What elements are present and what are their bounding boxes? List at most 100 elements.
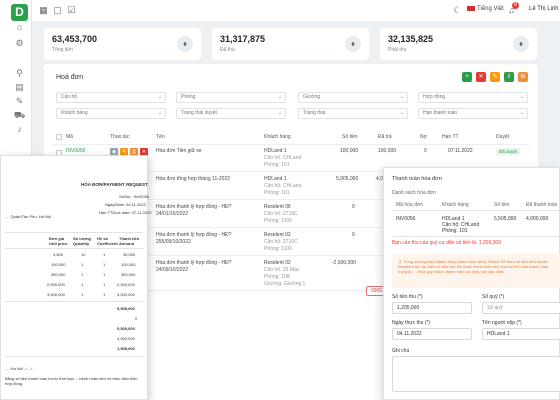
fund-select[interactable]: Số quỹ [482, 302, 560, 314]
column-header-code[interactable]: Mã [66, 134, 73, 140]
column-header-customer[interactable]: Khách hàng [264, 134, 291, 140]
column-header-debt[interactable]: Nợ [420, 134, 427, 140]
chevron-down-icon: ⌄ [277, 94, 282, 100]
column-header-approved[interactable]: Duyệt [496, 134, 509, 140]
stat-card-receivable: 32,135,825 Phải thu ⬧ [380, 28, 537, 60]
stat-label: Đã thu [220, 47, 235, 53]
stat-card-total: 63,453,700 Tổng tiền ⬧ [44, 28, 201, 60]
doc-cell: 1 [103, 252, 106, 257]
doc-col-unit-price: Đơn giá Unit price [49, 236, 68, 246]
column-header-amount[interactable]: Số tiền [342, 134, 358, 140]
filter-label: Khách hàng [61, 110, 88, 116]
filter-status[interactable]: Trạng thái ⌄ [298, 108, 408, 119]
column-header-due[interactable]: Hạn TT [442, 134, 459, 140]
stat-value: 31,317,875 [220, 34, 266, 44]
stat-value: 32,135,825 [388, 34, 434, 44]
doc-cell: 1 [103, 292, 106, 297]
app-logo[interactable]: D [11, 4, 28, 21]
doc-total: 5,505,000 [117, 326, 135, 331]
warning-box: ⓪ Trong trường hợp khách hàng thanh toán… [392, 254, 560, 288]
settings-button[interactable]: ⚙ [518, 72, 528, 82]
grid-icon[interactable]: ▦ [38, 5, 49, 16]
row-customer-room: Phòng: 101 [264, 162, 290, 168]
doc-cell: 350,000 [51, 272, 66, 277]
add-button[interactable]: + [462, 72, 472, 82]
tag-icon: ⬧ [177, 36, 193, 52]
sidebar-home-icon[interactable]: ⌂ [14, 22, 25, 33]
payer-input[interactable]: HDLand 1 [482, 328, 560, 340]
select-all-checkbox[interactable] [56, 134, 62, 140]
sidebar-truck-icon[interactable]: ⛟ [14, 110, 25, 121]
chat-icon[interactable]: ▢ [52, 5, 63, 16]
doc-cell: 2,000,000 [47, 282, 65, 287]
column-header-paid[interactable]: Đã trả [378, 134, 392, 140]
checkbox-icon[interactable]: ☑ [66, 5, 77, 16]
column-header-name[interactable]: Tên [156, 134, 165, 140]
doc-date: Ngày/Date: 04.11.2022 [105, 202, 146, 207]
stat-value: 63,453,700 [52, 34, 98, 44]
doc-paid: 4,000,000 [117, 336, 135, 341]
doc-col-coefficient: Hệ số Coefficient [97, 236, 118, 246]
modal-col-amount: Số tiền [494, 202, 510, 208]
payment-request-document: HÓA ĐƠN/PAYMENT REQUEST Số/No.: INV0056 … [0, 155, 152, 400]
doc-title: HÓA ĐƠN/PAYMENT REQUEST [81, 182, 148, 187]
filter-due-date[interactable]: Hạn thanh toán ⌄ [418, 108, 528, 119]
doc-col-quantity: Số lượng Quantity [73, 236, 91, 246]
sidebar-bell-icon[interactable]: ♪ [14, 124, 25, 135]
row-debt: 0 [424, 148, 427, 154]
doc-cell: 100,000 [121, 262, 136, 267]
chevron-down-icon: ⌄ [157, 94, 162, 100]
sidebar-link-icon[interactable]: ⚲ [14, 68, 25, 79]
doc-due-date: Hạn TT/Due date: 07.11.2022 [99, 210, 152, 215]
row-customer: Resident 06 [264, 204, 291, 210]
row-customer-room: Phòng: 1106 [264, 246, 292, 252]
modal-col-customer: Khách hàng [442, 202, 469, 208]
row-code[interactable]: INV0056 [66, 148, 85, 155]
divider [5, 248, 143, 249]
row-name: Hóa đơn thanh lý hợp đồng - HĐ? 24/01/10… [156, 204, 232, 217]
doc-cell: 1 [81, 262, 84, 267]
amount-input[interactable]: 1,205,000 [392, 302, 472, 314]
export-button[interactable]: ⇩ [504, 72, 514, 82]
filter-customer[interactable]: Khách hàng ⌄ [56, 108, 166, 119]
doc-cell: 100,000 [51, 262, 66, 267]
filter-apartment[interactable]: Căn hộ ⌄ [56, 92, 166, 103]
doc-number: Số/No.: INV0056 [119, 194, 150, 199]
doc-remaining: 1,505,000 [117, 346, 135, 351]
language-selector[interactable]: Tiếng Việt [467, 6, 504, 12]
sidebar-edit-icon[interactable]: ✎ [14, 96, 25, 107]
row-name: Hóa đơn Tiền giữ xe [156, 148, 202, 154]
modal-title: Thanh toán hóa đơn [392, 176, 442, 182]
moon-icon[interactable]: ☾ [452, 5, 463, 16]
chevron-down-icon: ⌄ [399, 110, 404, 116]
row-customer-apartment: Căn hộ: 2710C [264, 211, 298, 217]
user-name[interactable]: Lê Thị Linh [529, 6, 559, 12]
divider [392, 210, 559, 211]
delete-button[interactable]: ✕ [476, 72, 486, 82]
field-label-payer: Tên người nộp (*) [482, 320, 522, 326]
row-customer-room: Phòng: 108 [264, 274, 290, 280]
filter-approval-status[interactable]: Trạng thái duyệt ⌄ [176, 108, 286, 119]
sidebar-settings-icon[interactable]: ⚙ [14, 38, 25, 49]
chevron-down-icon: ⌄ [519, 94, 524, 100]
tag-icon: ⬧ [345, 36, 361, 52]
filter-room[interactable]: Phòng ⌄ [176, 92, 286, 103]
filter-bed[interactable]: Giường ⌄ [298, 92, 408, 103]
field-label-amount: Số tiền thu (*) [392, 294, 423, 300]
sidebar-doc-icon[interactable]: ▤ [14, 82, 25, 93]
amount-due-text: Bạn cần thu của quý cư dân số tiền là: 1… [392, 240, 501, 246]
filter-label: Giường [303, 94, 321, 100]
date-input[interactable]: 04.11.2022 [392, 328, 472, 340]
doc-cell: 1 [103, 272, 106, 277]
doc-cell: 3,500 [53, 252, 64, 257]
edit-button[interactable]: ✎ [490, 72, 500, 82]
divider [52, 144, 530, 145]
doc-cell: 10 [81, 252, 86, 257]
modal-subtitle: Danh sách hóa đơn [392, 190, 436, 196]
chevron-down-icon: ⌄ [399, 94, 404, 100]
note-textarea[interactable] [392, 356, 560, 392]
filter-contract[interactable]: Hợp đồng ⌄ [418, 92, 528, 103]
tag-icon: ⬧ [513, 36, 529, 52]
row-customer: Resident 02 [264, 232, 291, 238]
modal-col-code: Mã hóa đơn [396, 202, 423, 208]
